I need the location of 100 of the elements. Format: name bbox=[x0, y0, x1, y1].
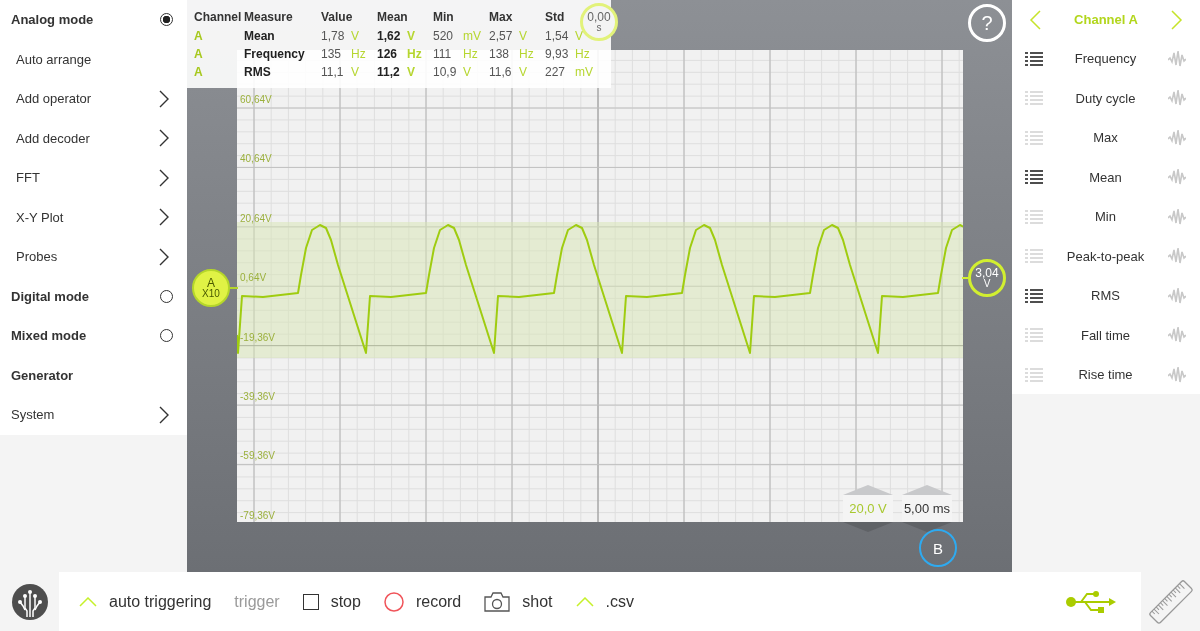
waveform-icon[interactable] bbox=[1168, 128, 1186, 147]
waveform-icon[interactable] bbox=[1168, 207, 1186, 226]
table-cell-text: 1,54 bbox=[545, 29, 570, 43]
axis-label: -59,36V bbox=[240, 450, 276, 462]
menu-item[interactable]: Add decoder bbox=[0, 118, 187, 158]
unit-label: Hz bbox=[519, 47, 534, 61]
table-cell: A bbox=[194, 47, 203, 61]
chevron-right-icon bbox=[159, 247, 169, 266]
checkbox[interactable] bbox=[302, 593, 319, 610]
toolbar-button[interactable]: stop bbox=[330, 592, 361, 611]
chevron-right-icon bbox=[159, 168, 169, 187]
toolbar-button[interactable]: shot bbox=[522, 592, 553, 611]
unit-label: V bbox=[407, 29, 415, 43]
chevron-right-icon bbox=[159, 89, 169, 108]
offset-marker[interactable]: 3,04 V bbox=[968, 259, 1006, 297]
unit-label: Hz bbox=[463, 47, 478, 61]
usb-icon bbox=[1065, 588, 1117, 615]
table-cell: A bbox=[194, 29, 203, 43]
chevron-right-icon bbox=[159, 405, 169, 424]
column-header: Max bbox=[489, 10, 513, 24]
menu-item[interactable]: Mixed mode bbox=[0, 316, 187, 356]
axis-label: 60,64V bbox=[240, 94, 272, 105]
table-cell-text: 9,93 bbox=[545, 47, 570, 61]
up-arrow-icon[interactable] bbox=[843, 485, 893, 495]
menu-item[interactable]: Add operator bbox=[0, 79, 187, 119]
menu-item[interactable]: System bbox=[0, 395, 187, 435]
logo-icon bbox=[11, 583, 48, 620]
camera-icon[interactable] bbox=[484, 591, 511, 612]
menu-item[interactable]: FFT bbox=[0, 158, 187, 198]
channel-marker[interactable]: A X10 bbox=[192, 269, 230, 307]
unit-label: V bbox=[351, 65, 359, 79]
measure-item[interactable]: Min bbox=[1012, 197, 1200, 237]
menu-item[interactable]: Digital mode bbox=[0, 276, 187, 316]
channel-b-button[interactable]: B bbox=[919, 529, 957, 567]
measure-item[interactable]: Rise time bbox=[1012, 355, 1200, 395]
list-icon[interactable] bbox=[1025, 288, 1043, 303]
measure-item[interactable]: Fall time bbox=[1012, 315, 1200, 355]
waveform-icon[interactable] bbox=[1168, 49, 1186, 68]
down-arrow-icon[interactable] bbox=[902, 522, 952, 532]
measure-item[interactable]: Mean bbox=[1012, 157, 1200, 197]
measure-item[interactable]: Duty cycle bbox=[1012, 78, 1200, 118]
waveform-icon[interactable] bbox=[1168, 247, 1186, 266]
table-cell-text: 227 bbox=[545, 65, 567, 79]
waveform-icon[interactable] bbox=[1168, 365, 1186, 384]
table-cell-text: 11,1 bbox=[321, 65, 345, 79]
table-cell-text: 126 bbox=[377, 47, 399, 61]
chevron-up-icon[interactable] bbox=[79, 596, 97, 607]
unit-label: V bbox=[519, 65, 527, 79]
table-cell-text: 520 bbox=[433, 29, 455, 43]
list-icon[interactable] bbox=[1025, 51, 1043, 66]
table-cell-text: 11,2 bbox=[377, 65, 401, 79]
unit-label: Hz bbox=[351, 47, 366, 61]
trigger-label: trigger bbox=[234, 592, 280, 611]
channel-title: Channel A bbox=[1074, 12, 1138, 27]
toolbar-button[interactable]: record bbox=[415, 592, 462, 611]
table-cell: RMS bbox=[244, 65, 271, 79]
column-header: Value bbox=[321, 10, 353, 24]
chevron-up-icon[interactable] bbox=[575, 596, 594, 607]
ruler-icon[interactable] bbox=[1146, 577, 1195, 626]
menu-item[interactable]: Probes bbox=[0, 237, 187, 277]
menu-item[interactable]: Auto arrange bbox=[0, 39, 187, 79]
down-arrow-icon[interactable] bbox=[843, 522, 893, 532]
unit-label: Hz bbox=[407, 47, 422, 61]
unit-label: V bbox=[519, 29, 527, 43]
waveform-icon[interactable] bbox=[1168, 286, 1186, 305]
table-cell-text: 138 bbox=[489, 47, 511, 61]
column-header: Min bbox=[433, 10, 454, 24]
menu-item[interactable]: Analog mode bbox=[0, 0, 187, 40]
waveform-icon[interactable] bbox=[1168, 168, 1186, 187]
record-icon[interactable] bbox=[383, 591, 404, 612]
radio-button[interactable] bbox=[160, 13, 173, 27]
menu-item[interactable]: X-Y Plot bbox=[0, 197, 187, 237]
unit-label: mV bbox=[463, 29, 481, 43]
measure-item[interactable]: Peak-to-peak bbox=[1012, 236, 1200, 276]
unit-label: V bbox=[575, 29, 583, 43]
table-cell-text: 2,57 bbox=[489, 29, 514, 43]
toolbar-button[interactable]: .csv bbox=[605, 592, 634, 611]
unit-label: Hz bbox=[575, 47, 590, 61]
unit-label: V bbox=[463, 65, 471, 79]
measure-item[interactable]: RMS bbox=[1012, 276, 1200, 316]
table-cell-text: 1,62 bbox=[377, 29, 402, 43]
list-icon[interactable] bbox=[1025, 170, 1043, 185]
measure-item[interactable]: Max bbox=[1012, 118, 1200, 158]
table-cell-text: 10,9 bbox=[433, 65, 458, 79]
table-cell-text: 135 bbox=[321, 47, 343, 61]
unit-label: V bbox=[407, 65, 415, 79]
up-arrow-icon[interactable] bbox=[902, 485, 952, 495]
chevron-right-icon[interactable] bbox=[1171, 9, 1183, 30]
table-cell: A bbox=[194, 65, 203, 79]
axis-label: -19,36V bbox=[240, 331, 276, 343]
toolbar-button[interactable]: auto triggering bbox=[109, 592, 212, 611]
measure-item[interactable]: Frequency bbox=[1012, 39, 1200, 79]
time-per-division[interactable]: 5,00 ms bbox=[902, 495, 952, 522]
column-header: Channel bbox=[194, 10, 242, 24]
waveform-icon[interactable] bbox=[1168, 89, 1186, 108]
column-header: Mean bbox=[377, 10, 408, 24]
waveform-icon[interactable] bbox=[1168, 326, 1186, 345]
chevron-left-icon[interactable] bbox=[1029, 9, 1041, 30]
axis-label: -79,36V bbox=[240, 509, 276, 521]
unit-label: V bbox=[351, 29, 359, 43]
